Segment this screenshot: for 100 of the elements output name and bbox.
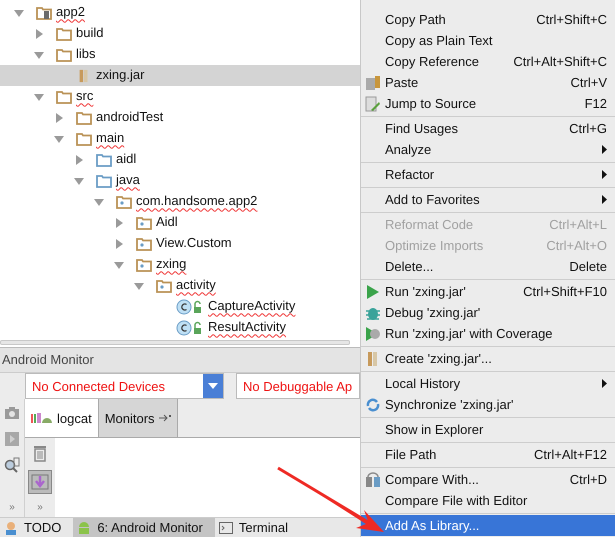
tree-item[interactable]: app2 <box>0 2 360 23</box>
menu-item[interactable]: Compare File with Editor <box>361 490 615 511</box>
menu-item[interactable]: Debug 'zxing.jar' <box>361 302 615 323</box>
menu-item[interactable]: File Path Ctrl+Alt+F12 <box>361 444 615 465</box>
tree-item[interactable]: zxing <box>0 254 360 275</box>
tree-item-label: com.handsome.app2 <box>136 192 258 210</box>
expand-toggle-icon[interactable] <box>114 238 124 248</box>
menu-item[interactable]: Paste Ctrl+V <box>361 72 615 93</box>
logcat-icon <box>31 412 53 424</box>
tree-item-label: ResultActivity <box>208 318 286 336</box>
tree-item[interactable]: src <box>0 86 360 107</box>
menu-item[interactable]: Create 'zxing.jar'... <box>361 348 615 369</box>
menu-item[interactable]: Delete... Delete <box>361 256 615 277</box>
tree-item[interactable]: aidl <box>0 149 360 170</box>
tree-item[interactable]: ResultActivity <box>0 317 360 338</box>
expand-toggle-icon[interactable] <box>34 50 44 60</box>
video-icon[interactable] <box>4 431 20 447</box>
expand-toggle-icon[interactable] <box>134 280 144 290</box>
dropdown-caret-icon <box>208 383 218 389</box>
tab[interactable]: logcat <box>25 399 99 437</box>
expand-toggle-icon[interactable] <box>34 28 44 38</box>
tree-item-label: build <box>76 24 104 42</box>
folder-icon <box>76 132 92 146</box>
expand-toggle-icon[interactable] <box>54 134 64 144</box>
menu-item[interactable]: Run 'zxing.jar' Ctrl+Shift+F10 <box>361 281 615 302</box>
menu-item[interactable]: Synchronize 'zxing.jar' <box>361 394 615 415</box>
tree-item[interactable]: View.Custom <box>0 233 360 254</box>
class-icon <box>176 320 204 336</box>
device-dropdown[interactable]: No Connected Devices <box>25 373 224 399</box>
tree-item[interactable]: androidTest <box>0 107 360 128</box>
folder-icon <box>56 48 72 62</box>
tree-item-label: libs <box>76 44 96 62</box>
menu-item[interactable]: Add As Library... <box>361 515 615 536</box>
tree-item[interactable]: Aidl <box>0 212 360 233</box>
expand-toggle-icon[interactable] <box>34 92 44 102</box>
menu-item[interactable]: Compare With... Ctrl+D <box>361 469 615 490</box>
run-coverage-icon <box>365 326 381 342</box>
more-tools[interactable]: » <box>9 502 15 517</box>
scroll-to-end-icon[interactable] <box>28 470 52 494</box>
pin-arrow-icon <box>158 414 171 422</box>
folder-icon <box>76 110 92 124</box>
tree-item[interactable]: zxing.jar <box>0 65 360 86</box>
tree-item[interactable]: libs <box>0 44 360 65</box>
tree-item[interactable]: activity <box>0 275 360 296</box>
tree-item-label: src <box>76 86 94 104</box>
tree-item-label: zxing.jar <box>96 66 144 84</box>
tree-item-label: activity <box>176 276 216 294</box>
tree-item-label: app2 <box>56 2 85 21</box>
menu-item[interactable]: Copy as Plain Text <box>361 30 615 51</box>
menu-item[interactable]: Jump to Source F12 <box>361 93 615 114</box>
folder-icon <box>136 236 152 250</box>
folder-icon <box>136 216 152 230</box>
expand-toggle-icon[interactable] <box>94 196 104 206</box>
menu-item[interactable]: Local History <box>361 373 615 394</box>
tool-window-button[interactable]: TODO <box>0 518 74 537</box>
more-tools[interactable]: » <box>37 502 43 517</box>
expand-toggle-icon[interactable] <box>54 112 64 122</box>
panel-title: Android Monitor <box>0 347 360 372</box>
expand-toggle-icon[interactable] <box>74 154 84 164</box>
expand-toggle-icon[interactable] <box>74 176 84 186</box>
menu-item[interactable]: Run 'zxing.jar' with Coverage <box>361 323 615 344</box>
folder-icon <box>136 258 152 272</box>
tool-window-button[interactable]: Terminal <box>214 518 300 537</box>
menu-item[interactable]: Copy Reference Ctrl+Alt+Shift+C <box>361 51 615 72</box>
folder-icon <box>36 6 52 20</box>
menu-item[interactable]: Analyze <box>361 139 615 160</box>
tree-item[interactable]: main <box>0 128 360 149</box>
app-dropdown[interactable]: No Debuggable Ap <box>236 373 360 399</box>
tab[interactable]: Monitors <box>98 399 178 437</box>
search-icon[interactable] <box>4 457 20 473</box>
tree-item[interactable]: com.handsome.app2 <box>0 191 360 212</box>
expand-toggle-icon[interactable] <box>114 260 124 270</box>
document-pencil-icon <box>365 96 381 112</box>
tree-item-label: zxing <box>156 254 186 273</box>
folder-icon <box>96 152 112 166</box>
tree-item-label: java <box>116 170 140 189</box>
folder-icon <box>56 90 72 104</box>
horizontal-scrollbar[interactable] <box>0 340 350 345</box>
folder-icon <box>116 194 132 208</box>
sync-icon <box>365 396 381 412</box>
trash-icon[interactable] <box>32 444 48 462</box>
menu-item[interactable]: Find Usages Ctrl+G <box>361 118 615 139</box>
tree-item-label: androidTest <box>96 108 164 126</box>
tree-item[interactable]: build <box>0 23 360 44</box>
camera-icon[interactable] <box>4 405 20 421</box>
folder-icon <box>56 26 72 40</box>
person-icon <box>4 520 18 534</box>
menu-item[interactable]: Show in Explorer <box>361 419 615 440</box>
compare-icon <box>365 472 381 488</box>
tree-item[interactable]: java <box>0 170 360 191</box>
class-icon <box>176 298 204 314</box>
menu-item[interactable]: Refactor <box>361 164 615 185</box>
expand-toggle-icon[interactable] <box>14 8 24 18</box>
terminal-icon <box>218 520 233 534</box>
menu-item[interactable]: Add to Favorites <box>361 189 615 210</box>
menu-item[interactable]: Copy Path Ctrl+Shift+C <box>361 9 615 30</box>
tool-window-button[interactable]: 6: Android Monitor <box>73 518 215 537</box>
tree-item[interactable]: CaptureActivity <box>0 296 360 317</box>
tree-item-label: CaptureActivity <box>208 296 296 315</box>
expand-toggle-icon[interactable] <box>114 218 124 228</box>
